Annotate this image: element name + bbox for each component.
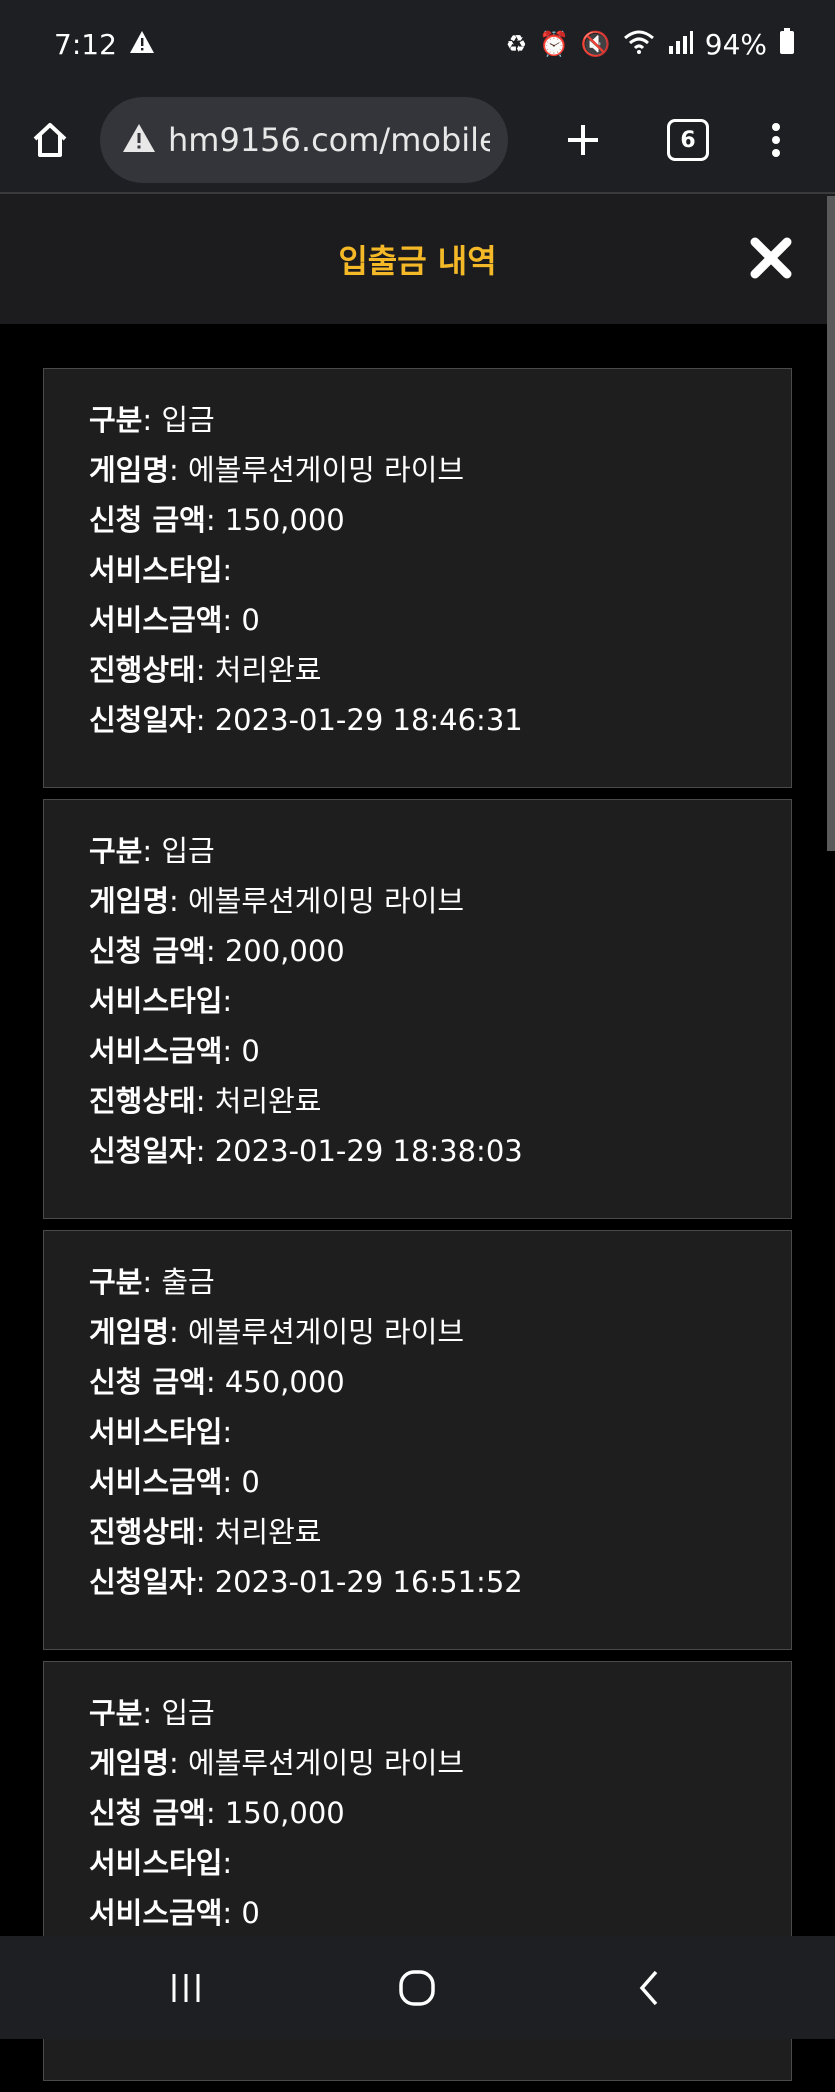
not-secure-warning-icon[interactable] xyxy=(122,123,156,157)
plus-icon xyxy=(568,125,598,155)
field-type: 구분: 입금 xyxy=(89,834,215,868)
home-nav-button[interactable] xyxy=(377,1948,457,2028)
field-type: 구분: 출금 xyxy=(89,1265,215,1299)
field-date: 신청일자: 2023-01-29 16:51:52 xyxy=(89,1565,523,1599)
field-type: 구분: 입금 xyxy=(89,403,215,437)
wifi-icon xyxy=(623,28,655,61)
new-tab-button[interactable] xyxy=(528,87,638,193)
field-status: 진행상태: 처리완료 xyxy=(89,1084,322,1118)
browser-toolbar: hm9156.com/mobile 6 xyxy=(0,88,835,194)
transaction-card: 구분: 입금 게임명: 에볼루션게이밍 라이브 신청 금액: 200,000 서… xyxy=(43,799,792,1219)
field-amount: 신청 금액: 150,000 xyxy=(89,1796,345,1830)
more-vertical-icon xyxy=(771,123,780,157)
field-service-type: 서비스타입: xyxy=(89,553,233,587)
transaction-card: 구분: 출금 게임명: 에볼루션게이밍 라이브 신청 금액: 450,000 서… xyxy=(43,1230,792,1650)
dialog-title: 입출금 내역 xyxy=(338,242,497,280)
close-button[interactable] xyxy=(747,234,795,282)
field-type: 구분: 입금 xyxy=(89,1696,215,1730)
home-icon xyxy=(33,123,67,157)
tab-count: 6 xyxy=(667,119,709,161)
home-button[interactable] xyxy=(0,87,100,193)
field-service-type: 서비스타입: xyxy=(89,1415,233,1449)
status-bar: 7:12 ♻ ⏰ 🔇 94% xyxy=(0,0,835,88)
recent-apps-button[interactable] xyxy=(146,1948,226,2028)
tab-switcher-button[interactable]: 6 xyxy=(638,87,738,193)
recycle-icon: ♻ xyxy=(505,30,527,58)
field-date: 신청일자: 2023-01-29 18:46:31 xyxy=(89,703,523,737)
close-icon xyxy=(750,237,792,279)
back-chevron-icon xyxy=(639,1970,658,2005)
field-service-amount: 서비스금액: 0 xyxy=(89,1896,260,1930)
field-status: 진행상태: 처리완료 xyxy=(89,653,322,687)
battery-icon xyxy=(779,27,795,61)
recent-apps-icon xyxy=(172,1973,200,2002)
field-game: 게임명: 에볼루션게이밍 라이브 xyxy=(89,1746,465,1780)
system-nav-bar xyxy=(0,1936,835,2039)
dialog-header: 입출금 내역 xyxy=(0,194,835,324)
alarm-icon: ⏰ xyxy=(538,30,569,58)
field-game: 게임명: 에볼루션게이밍 라이브 xyxy=(89,1315,465,1349)
field-service-type: 서비스타입: xyxy=(89,1846,233,1880)
back-button[interactable] xyxy=(609,1948,689,2028)
field-service-amount: 서비스금액: 0 xyxy=(89,603,260,637)
scrollbar[interactable] xyxy=(827,196,835,851)
warning-icon xyxy=(129,28,155,61)
home-circle-icon xyxy=(399,1969,436,2006)
field-amount: 신청 금액: 450,000 xyxy=(89,1365,345,1399)
field-game: 게임명: 에볼루션게이밍 라이브 xyxy=(89,453,465,487)
mute-icon: 🔇 xyxy=(580,30,611,58)
address-bar[interactable]: hm9156.com/mobile xyxy=(100,97,508,183)
battery-level: 94% xyxy=(704,27,767,61)
browser-menu-button[interactable] xyxy=(738,87,813,193)
url-text[interactable]: hm9156.com/mobile xyxy=(168,121,490,159)
field-service-amount: 서비스금액: 0 xyxy=(89,1465,260,1499)
signal-icon xyxy=(667,28,693,61)
field-date: 신청일자: 2023-01-29 18:38:03 xyxy=(89,1134,523,1168)
transaction-card: 구분: 입금 게임명: 에볼루션게이밍 라이브 신청 금액: 150,000 서… xyxy=(43,368,792,788)
field-status: 진행상태: 처리완료 xyxy=(89,1515,322,1549)
field-amount: 신청 금액: 200,000 xyxy=(89,934,345,968)
field-service-type: 서비스타입: xyxy=(89,984,233,1018)
field-service-amount: 서비스금액: 0 xyxy=(89,1034,260,1068)
status-time: 7:12 xyxy=(54,27,117,61)
transaction-list: 구분: 입금 게임명: 에볼루션게이밍 라이브 신청 금액: 150,000 서… xyxy=(43,368,792,2092)
field-game: 게임명: 에볼루션게이밍 라이브 xyxy=(89,884,465,918)
field-amount: 신청 금액: 150,000 xyxy=(89,503,345,537)
